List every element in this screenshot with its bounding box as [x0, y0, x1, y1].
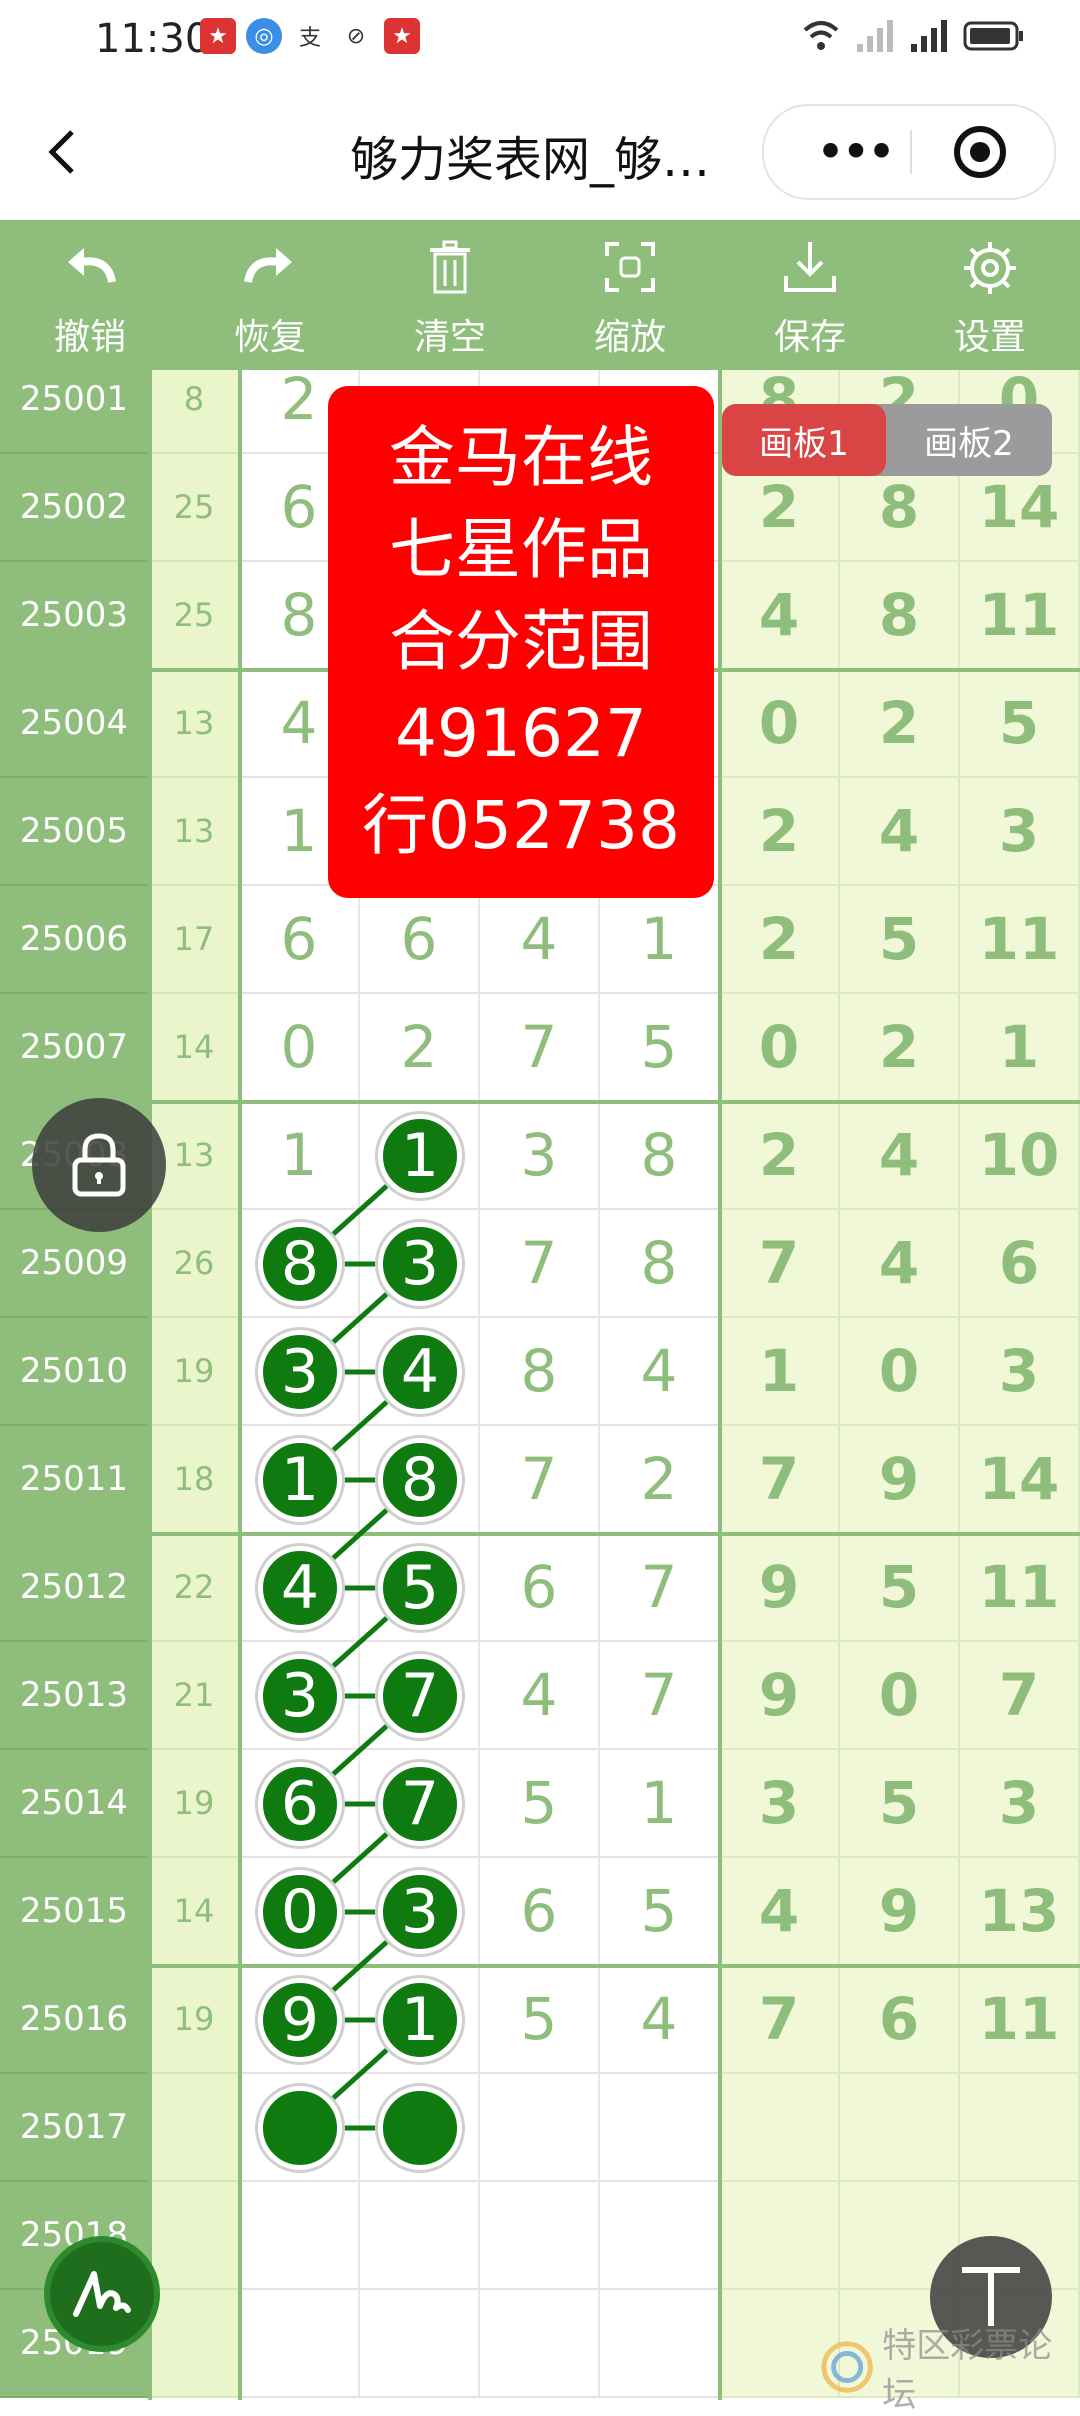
overlay-line: 491627 [395, 695, 647, 772]
download-icon [784, 242, 836, 292]
system-icons [801, 18, 1025, 54]
marked-ball[interactable]: 3 [258, 1654, 342, 1738]
more-menu-button[interactable]: ••• [794, 123, 914, 181]
pen-button[interactable] [44, 2236, 160, 2352]
marked-ball[interactable]: 4 [378, 1330, 462, 1414]
pen-scribble-icon [73, 2271, 131, 2317]
undo-icon [68, 248, 116, 283]
overlay-line: 七星作品 [389, 511, 653, 588]
clear-button[interactable]: 清空 [360, 220, 540, 370]
page-title: 够力奖表网_够… [350, 132, 711, 188]
lottery-app-icon-2: ★ [384, 18, 420, 54]
redo-button[interactable]: 恢复 [180, 220, 360, 370]
marked-ball[interactable] [258, 2086, 342, 2170]
mini-program-capsule: ••• [762, 104, 1056, 200]
alipay-icon: 支 [298, 26, 321, 51]
signal-icon [857, 20, 893, 52]
marked-ball[interactable]: 3 [378, 1222, 462, 1306]
watermark-logo-icon [821, 2341, 873, 2393]
chevron-left-icon [48, 130, 74, 174]
marked-ball[interactable]: 6 [258, 1762, 342, 1846]
zoom-icon [605, 242, 655, 292]
status-time: 11:30 [95, 16, 211, 62]
zoom-button[interactable]: 缩放 [540, 220, 720, 370]
status-bar: 11:30 ★ ◎ 支 ⊘ ★ [0, 0, 1080, 80]
marked-ball[interactable]: 8 [258, 1222, 342, 1306]
lottery-app-icon: ★ [200, 18, 236, 54]
tab-board-1[interactable]: 画板1 [722, 404, 886, 476]
overlay-line: 行052738 [362, 787, 680, 864]
marked-ball[interactable]: 4 [258, 1546, 342, 1630]
overlay-line: 金马在线 [389, 419, 653, 496]
signal-4g-icon [911, 20, 947, 52]
marked-ball[interactable] [378, 2086, 462, 2170]
board-tabs: 画板1 画板2 [722, 404, 1052, 476]
marked-ball[interactable]: 5 [378, 1546, 462, 1630]
marked-ball[interactable]: 1 [378, 1978, 462, 2062]
overlay-note: 金马在线 七星作品 合分范围 491627 行052738 [328, 386, 714, 898]
overlay-line: 合分范围 [389, 603, 653, 680]
settings-button[interactable]: 设置 [900, 220, 1080, 370]
battery-icon [963, 21, 1023, 51]
marked-ball[interactable]: 9 [258, 1978, 342, 2062]
tab-board-2[interactable]: 画板2 [886, 404, 1052, 476]
marked-ball[interactable]: 3 [378, 1870, 462, 1954]
drawing-toolbar: 撤销 恢复 清空 缩放 保存 设置 [0, 220, 1080, 370]
undo-button[interactable]: 撤销 [0, 220, 180, 370]
marked-ball[interactable]: 1 [378, 1114, 462, 1198]
save-button[interactable]: 保存 [720, 220, 900, 370]
lock-button[interactable] [32, 1098, 166, 1232]
marked-ball[interactable]: 1 [258, 1438, 342, 1522]
notification-icons: ★ ◎ 支 ⊘ ★ [200, 18, 420, 54]
close-target-button[interactable] [954, 126, 1006, 178]
trash-icon [430, 240, 470, 294]
wifi-off-icon: ⊘ [346, 23, 366, 49]
watermark-text: 特区彩票论坛 [882, 2326, 1053, 2415]
gear-icon [964, 242, 1016, 294]
redo-icon [244, 248, 292, 283]
watermark: 特区彩票论坛 [820, 2326, 1080, 2415]
back-button[interactable] [42, 122, 82, 192]
lock-icon [72, 1133, 126, 1197]
marked-ball[interactable]: 7 [378, 1762, 462, 1846]
marked-ball[interactable]: 3 [258, 1330, 342, 1414]
wifi-icon [803, 21, 839, 50]
marked-ball[interactable]: 0 [258, 1870, 342, 1954]
qq-browser-icon: ◎ [246, 18, 282, 54]
marked-ball[interactable]: 7 [378, 1654, 462, 1738]
capsule-divider [910, 130, 912, 174]
nav-bar: 够力奖表网_够… ••• [0, 80, 1080, 220]
marked-ball[interactable]: 8 [378, 1438, 462, 1522]
